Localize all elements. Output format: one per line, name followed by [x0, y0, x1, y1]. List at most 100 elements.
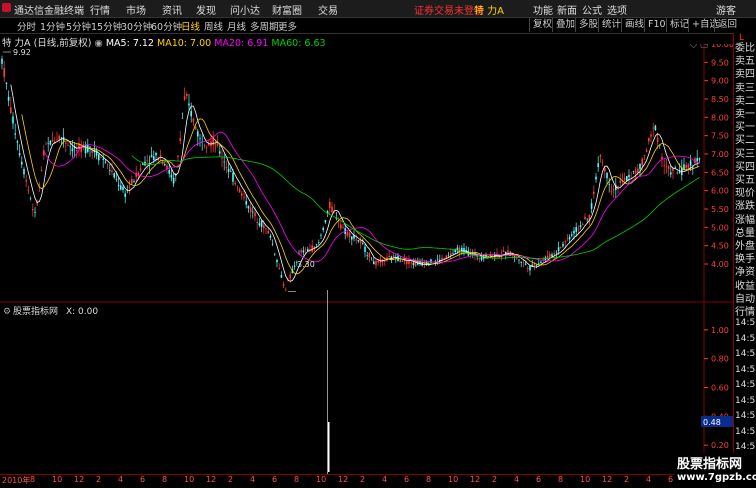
tab-multi-period[interactable]: 多周期 — [250, 19, 279, 33]
candle-body — [342, 226, 344, 228]
candle-body — [89, 146, 91, 148]
candle-body — [315, 244, 318, 246]
candle-body — [568, 236, 571, 240]
f10-button[interactable]: F10 — [644, 18, 669, 32]
tick-time: 14:5 — [735, 426, 756, 437]
candle-body — [71, 148, 74, 152]
candle-body — [533, 264, 536, 266]
sub-indicator-bar — [327, 290, 328, 474]
candle-body — [208, 143, 210, 146]
candle-body — [366, 255, 368, 256]
candle-body — [447, 254, 450, 256]
candle-body — [480, 257, 483, 260]
sub-indicator-gear-icon[interactable]: ⚙ — [3, 307, 11, 317]
candle-body — [124, 193, 126, 197]
tab-5min[interactable]: 5分钟 — [66, 19, 91, 33]
candle-body — [49, 140, 52, 145]
candle-body — [111, 170, 113, 173]
candle-body — [351, 236, 353, 240]
tab-30min[interactable]: 30分钟 — [121, 19, 152, 33]
app-title: 通达信金融终端 — [14, 6, 84, 17]
candle-body — [665, 166, 668, 168]
nav-wealth[interactable]: 财富圈 — [272, 2, 302, 17]
menu-options[interactable]: 选项 — [607, 2, 627, 17]
y-axis-label: 4.00 — [711, 260, 729, 269]
nav-ask[interactable]: 问小达 — [230, 2, 260, 17]
high-price-label: 9.92 — [13, 48, 31, 57]
tick-time: 14:5 — [735, 333, 756, 344]
candle-body — [260, 220, 263, 227]
nav-discover[interactable]: 发现 — [196, 2, 216, 17]
candle-body — [318, 242, 320, 244]
candle-body — [249, 207, 252, 213]
candle-body — [188, 103, 190, 106]
tab-weekly[interactable]: 周线 — [204, 19, 223, 33]
y-axis-label: 6.50 — [711, 168, 729, 177]
tab-daily[interactable]: 日线 — [181, 19, 200, 33]
candle-body — [285, 289, 287, 291]
y-axis-label: 5.50 — [711, 205, 729, 214]
candle-body — [650, 134, 652, 137]
time-axis-label: 2 — [492, 475, 498, 484]
candle-body — [40, 170, 43, 171]
candle-body — [599, 155, 602, 157]
candle-body — [153, 156, 155, 160]
candle-body — [269, 235, 272, 238]
zoom-icon[interactable]: ◇ ▢ — [690, 44, 708, 50]
candle-body — [518, 259, 520, 261]
candle-body — [619, 180, 621, 183]
candle-body — [524, 263, 527, 265]
candle-body — [65, 142, 67, 144]
back-button[interactable]: 返回 — [714, 18, 740, 32]
candle-body — [1, 58, 3, 64]
candle-body — [45, 143, 47, 145]
y-axis-label: 5.00 — [711, 223, 729, 232]
tab-intraday[interactable]: 分时 — [17, 19, 36, 33]
tab-1min[interactable]: 1分钟 — [40, 19, 65, 33]
tick-time: 14:5 — [735, 349, 756, 359]
nav-market[interactable]: 市场 — [126, 2, 146, 17]
sub-y-label: 0.80 — [711, 355, 729, 364]
candle-body — [377, 260, 379, 263]
candle-body — [348, 232, 351, 238]
candle-body — [243, 196, 245, 198]
candle-body — [16, 141, 19, 143]
nav-quotes[interactable]: 行情 — [90, 2, 110, 17]
tab-monthly[interactable]: 月线 — [227, 19, 246, 33]
candle-body — [320, 234, 322, 236]
menu-formula[interactable]: 公式 — [582, 2, 602, 17]
user-guest[interactable]: 游客 — [716, 2, 736, 17]
candle-body — [67, 144, 69, 146]
candle-body — [133, 181, 135, 183]
time-axis-label: 6 — [140, 475, 146, 484]
time-axis-label: 10 — [52, 475, 63, 484]
candle-body — [601, 161, 604, 163]
candle-body — [617, 186, 619, 188]
candle-body — [689, 160, 692, 166]
tab-60min[interactable]: 60分钟 — [151, 19, 182, 33]
candle-body — [29, 198, 32, 200]
candle-body — [645, 149, 648, 152]
time-axis-label: 12 — [74, 475, 85, 484]
candle-body — [32, 209, 34, 211]
menu-functions[interactable]: 功能 — [533, 2, 553, 17]
candle-body — [575, 227, 577, 232]
time-axis-label: 6 — [404, 475, 410, 484]
sub-y-label: 0.60 — [711, 384, 729, 393]
candle-body — [641, 158, 643, 166]
tab-15min[interactable]: 15分钟 — [91, 19, 122, 33]
candle-body — [373, 261, 375, 265]
time-axis-label: 2 — [624, 475, 630, 484]
candle-body — [549, 253, 551, 258]
menu-new-page[interactable]: 新面 — [557, 2, 577, 17]
candle-body — [553, 253, 555, 255]
candle-body — [203, 145, 206, 147]
candle-body — [109, 170, 111, 171]
tab-more[interactable]: 更多 — [278, 19, 297, 33]
candle-body — [648, 137, 650, 142]
nav-trade[interactable]: 交易 — [318, 2, 338, 17]
candle-body — [267, 231, 269, 234]
nav-news[interactable]: 资讯 — [162, 2, 182, 17]
candle-body — [527, 268, 529, 269]
price-chart[interactable]: 10.00 9.50 9.00 8.50 8.00 7.50 7.00 6.50 6.00 5.5… — [0, 44, 733, 474]
